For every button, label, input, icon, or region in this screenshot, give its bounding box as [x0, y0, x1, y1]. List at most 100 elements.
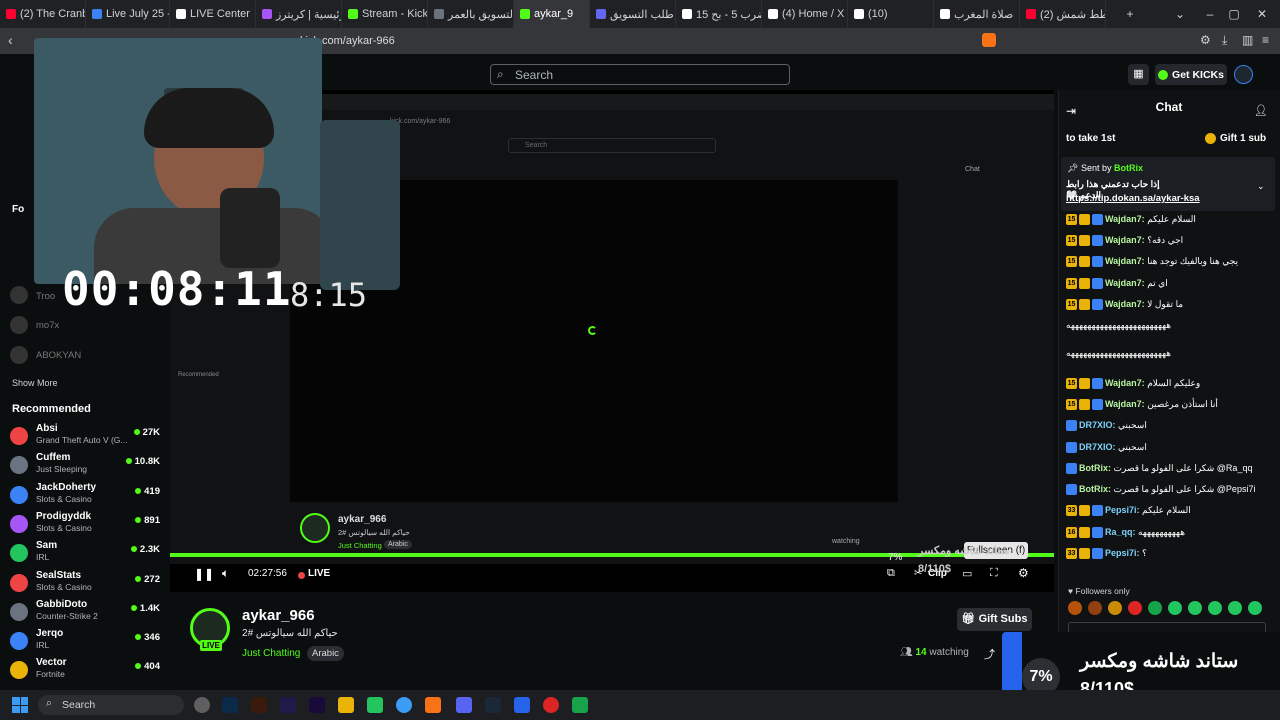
chat-input[interactable]	[1068, 622, 1266, 632]
chat-username[interactable]: Pepsi7i:	[1105, 505, 1140, 515]
followed-name[interactable]: ABOKYAN	[36, 350, 81, 361]
show-more-link[interactable]: Show More	[12, 378, 58, 388]
stream-category[interactable]: Just Chatting	[242, 648, 300, 659]
photoshop-icon[interactable]	[222, 697, 238, 713]
taskbar-app-icon[interactable]	[194, 697, 210, 713]
chat-username[interactable]: Ra_qq:	[1105, 527, 1136, 537]
new-tab-button[interactable]: +	[1116, 0, 1144, 28]
browser-tab[interactable]: 15 ضرب 5 - بح	[676, 0, 762, 28]
after-effects-icon[interactable]	[280, 697, 296, 713]
emote-icon[interactable]	[1088, 601, 1102, 615]
pause-icon[interactable]: ❚❚	[194, 567, 214, 581]
file-explorer-icon[interactable]	[338, 697, 354, 713]
browser-tab[interactable]: Live July 25 - R	[86, 0, 170, 28]
chat-username[interactable]: Wajdan7:	[1105, 299, 1145, 309]
downloads-icon[interactable]: ⤓	[1222, 33, 1227, 48]
telegram-icon[interactable]	[396, 697, 412, 713]
recommended-channel[interactable]: Sam IRL 2.3K	[10, 540, 160, 566]
recommended-channel[interactable]: Prodigyddk Slots & Casino 891	[10, 511, 160, 537]
browser-tab[interactable]: طلب التسويق	[590, 0, 676, 28]
chat-username[interactable]: BotRix:	[1079, 484, 1111, 494]
channel-name[interactable]: aykar_966	[242, 607, 315, 624]
recommended-channel[interactable]: GabbiDoto Counter-Strike 2 1.4K	[10, 599, 160, 625]
emote-icon[interactable]	[1108, 601, 1122, 615]
kick-app-icon[interactable]	[572, 697, 588, 713]
person-hair	[144, 88, 274, 148]
steam-icon[interactable]	[485, 697, 501, 713]
expand-icon[interactable]: ⌄	[1257, 181, 1265, 192]
app-icon[interactable]	[514, 697, 530, 713]
share-icon[interactable]: ⤴	[984, 646, 995, 662]
followed-name[interactable]: Troo	[36, 291, 55, 302]
close-window-icon[interactable]: ✕	[1248, 0, 1276, 28]
whatsapp-icon[interactable]	[367, 697, 383, 713]
settings-icon[interactable]: ⚙	[1018, 566, 1029, 580]
pinned-link[interactable]: https://tip.dokan.sa/aykar-ksa	[1066, 193, 1200, 204]
discord-icon[interactable]	[456, 697, 472, 713]
emote-icon[interactable]	[1228, 601, 1242, 615]
chat-users-icon[interactable]: 👤︎	[1254, 104, 1268, 117]
followed-name[interactable]: mo7x	[36, 320, 59, 331]
browser-tab[interactable]: (2) خطط شمش	[1020, 0, 1106, 28]
chat-username[interactable]: DR7XIO:	[1079, 420, 1116, 430]
browser-tab[interactable]: LIVE Center	[170, 0, 256, 28]
emote-icon[interactable]	[1128, 601, 1142, 615]
back-icon[interactable]: ‹	[8, 32, 13, 48]
theater-mode-icon[interactable]: ▭	[962, 567, 972, 580]
taskbar-search[interactable]: ⌕ Search	[38, 695, 184, 715]
browser-tab[interactable]: التسويق بالعمر	[428, 0, 514, 28]
menu-icon[interactable]: ≡	[1262, 33, 1269, 47]
get-kicks-button[interactable]: Get KICKs	[1155, 64, 1227, 85]
gift-subs-button[interactable]: 🎁︎ Gift Subs	[957, 608, 1032, 631]
gift-sub-button[interactable]: Gift 1 sub	[1205, 133, 1266, 144]
emote-icon[interactable]	[1208, 601, 1222, 615]
chat-username[interactable]: Pepsi7i:	[1105, 548, 1140, 558]
browser-tab[interactable]: الرئيسية | كريترز	[256, 0, 342, 28]
chat-username[interactable]: Wajdan7:	[1105, 278, 1145, 288]
premiere-icon[interactable]	[309, 697, 325, 713]
emote-icon[interactable]	[1148, 601, 1162, 615]
emote-icon[interactable]	[1168, 601, 1182, 615]
browser-tab[interactable]: (10)	[848, 0, 934, 28]
language-tag[interactable]: Arabic	[307, 646, 344, 661]
sidebar-toggle-icon[interactable]: ▥	[1242, 33, 1253, 47]
obs-icon[interactable]	[543, 697, 559, 713]
fullscreen-icon[interactable]: ⛶	[990, 567, 998, 580]
browser-tab[interactable]: aykar_9	[514, 0, 590, 28]
chat-username[interactable]: BotRix:	[1079, 463, 1111, 473]
chat-username[interactable]: Wajdan7:	[1105, 378, 1145, 388]
volume-icon[interactable]: 🔈︎	[222, 566, 229, 581]
followed-avatar[interactable]	[10, 316, 28, 334]
chat-username[interactable]: DR7XIO:	[1079, 442, 1116, 452]
user-avatar[interactable]	[1234, 65, 1253, 84]
chat-username[interactable]: Wajdan7:	[1105, 235, 1145, 245]
recommended-channel[interactable]: SealStats Slots & Casino 272	[10, 570, 160, 596]
chat-username[interactable]: Wajdan7:	[1105, 214, 1145, 224]
tab-search-icon[interactable]: ⌄	[1166, 0, 1194, 28]
maximize-icon[interactable]: ▢	[1220, 0, 1248, 28]
pip-icon[interactable]: ⧉	[887, 567, 895, 580]
chat-username[interactable]: Wajdan7:	[1105, 256, 1145, 266]
recommended-channel[interactable]: JackDoherty Slots & Casino 419	[10, 482, 160, 508]
brave-icon[interactable]	[425, 697, 441, 713]
recommended-channel[interactable]: Vector Fortnite 404	[10, 657, 160, 683]
extensions-icon[interactable]: ⚙	[1200, 33, 1211, 47]
windows-start-icon[interactable]	[12, 697, 28, 713]
browser-tab[interactable]: (4) Home / X	[762, 0, 848, 28]
browser-tab[interactable]: Stream - Kick C	[342, 0, 428, 28]
emote-icon[interactable]	[1248, 601, 1262, 615]
chat-username[interactable]: Wajdan7:	[1105, 399, 1145, 409]
recommended-channel[interactable]: Jerqo IRL 346	[10, 628, 160, 654]
followed-avatar[interactable]	[10, 346, 28, 364]
recommended-channel[interactable]: Absi Grand Theft Auto V (G... 27K	[10, 423, 160, 449]
search-input[interactable]: ⌕ Search	[490, 64, 790, 85]
recommended-channel[interactable]: Cuffem Just Sleeping 10.8K	[10, 452, 160, 478]
brave-shield-icon[interactable]	[982, 33, 996, 47]
illustrator-icon[interactable]	[251, 697, 267, 713]
emote-icon[interactable]	[1068, 601, 1082, 615]
browser-tab[interactable]: (2) The Cranbo	[0, 0, 86, 28]
browser-tab[interactable]: صلاة المغرب	[934, 0, 1020, 28]
emote-icon[interactable]	[1188, 601, 1202, 615]
browse-icon[interactable]: ▦	[1128, 64, 1149, 85]
followed-avatar[interactable]	[10, 286, 28, 304]
